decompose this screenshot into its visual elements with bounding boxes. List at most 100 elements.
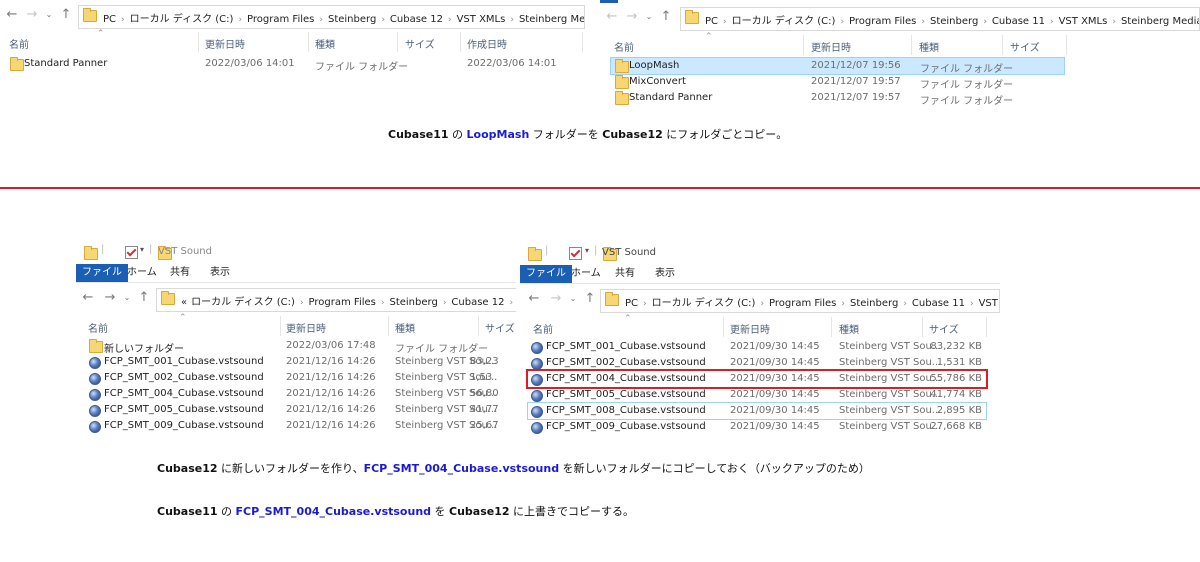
quick-access-dropdown-icon[interactable]: ▾ bbox=[140, 245, 144, 254]
back-arrow-icon[interactable]: ← bbox=[4, 7, 20, 23]
breadcrumb-segment[interactable]: PC bbox=[705, 16, 718, 27]
list-item[interactable]: Standard Panner 2021/12/07 19:57 ファイル フォ… bbox=[610, 90, 1063, 107]
column-size[interactable]: サイズ bbox=[485, 320, 515, 335]
address-bar[interactable]: PC › ローカル ディスク (C:) › Program Files › Steinber… bbox=[600, 289, 1000, 313]
address-bar[interactable]: PC › ローカル ディスク (C:) › Program Files › Steinber… bbox=[680, 7, 1200, 31]
breadcrumb[interactable]: PC › ローカル ディスク (C:) › Program Files › Steinber… bbox=[103, 10, 584, 25]
list-item[interactable]: FCP_SMT_005_Cubase.vstsound 2021/09/30 14… bbox=[528, 387, 986, 403]
breadcrumb-separator-icon[interactable]: › bbox=[841, 299, 845, 309]
up-arrow-icon[interactable]: ↑ bbox=[582, 291, 598, 307]
breadcrumb-separator-icon[interactable]: › bbox=[448, 15, 452, 25]
tab-share[interactable]: 共有 bbox=[609, 265, 641, 283]
breadcrumb-separator-icon[interactable]: › bbox=[381, 298, 385, 308]
column-date[interactable]: 更新日時 bbox=[205, 36, 245, 51]
list-item[interactable]: FCP_SMT_001_Cubase.vstsound 2021/09/30 14… bbox=[528, 339, 986, 355]
breadcrumb-segment[interactable]: ローカル ディスク (C:) bbox=[732, 16, 836, 27]
breadcrumb-separator-icon[interactable]: › bbox=[1050, 17, 1054, 27]
column-date[interactable]: 更新日時 bbox=[730, 321, 770, 336]
recent-chevron-icon[interactable]: ⌄ bbox=[122, 290, 132, 306]
quick-access-dropdown-icon[interactable]: ▾ bbox=[585, 246, 589, 255]
recent-chevron-icon[interactable]: ⌄ bbox=[644, 9, 654, 25]
column-date[interactable]: 更新日時 bbox=[811, 39, 851, 54]
properties-check-icon[interactable] bbox=[125, 246, 139, 259]
column-name[interactable]: 名前 bbox=[533, 321, 553, 336]
forward-arrow-icon[interactable]: → bbox=[624, 9, 640, 25]
back-arrow-icon[interactable]: ← bbox=[526, 291, 542, 307]
list-item[interactable]: MixConvert 2021/12/07 19:57 ファイル フォルダー bbox=[610, 74, 1063, 91]
breadcrumb-separator-icon[interactable]: › bbox=[760, 299, 764, 309]
breadcrumb-separator-icon[interactable]: › bbox=[921, 17, 925, 27]
breadcrumb-separator-icon[interactable]: › bbox=[983, 17, 987, 27]
breadcrumb-segment[interactable]: Cubase 11 bbox=[912, 298, 965, 309]
breadcrumb-segment[interactable]: Program Files bbox=[309, 297, 376, 308]
breadcrumb-segment[interactable]: Cubase 11 bbox=[992, 16, 1045, 27]
column-size[interactable]: サイズ bbox=[1010, 39, 1040, 54]
recent-chevron-icon[interactable]: ⌄ bbox=[568, 291, 578, 307]
breadcrumb-segment[interactable]: Program Files bbox=[247, 14, 314, 25]
breadcrumb-segment[interactable]: VST XMLs bbox=[457, 14, 506, 25]
breadcrumb[interactable]: PC › ローカル ディスク (C:) › Program Files › Steinber… bbox=[705, 12, 1199, 27]
column-size[interactable]: サイズ bbox=[405, 36, 435, 51]
up-arrow-icon[interactable]: ↑ bbox=[58, 7, 74, 23]
breadcrumb-separator-icon[interactable]: › bbox=[121, 15, 125, 25]
breadcrumb-separator-icon[interactable]: › bbox=[381, 15, 385, 25]
column-date[interactable]: 更新日時 bbox=[286, 320, 326, 335]
up-arrow-icon[interactable]: ↑ bbox=[136, 290, 152, 306]
tab-share[interactable]: 共有 bbox=[164, 264, 196, 282]
column-created[interactable]: 作成日時 bbox=[467, 36, 507, 51]
breadcrumb-segment[interactable]: ローカル ディスク (C:) bbox=[652, 298, 756, 309]
list-item[interactable]: FCP_SMT_005_Cubase.vstsound 2021/12/16 14… bbox=[86, 402, 516, 418]
column-name[interactable]: 名前 bbox=[614, 39, 634, 54]
breadcrumb-segment[interactable]: Steinberg bbox=[389, 297, 437, 308]
column-type[interactable]: 種類 bbox=[395, 320, 415, 335]
list-item[interactable]: FCP_SMT_004_Cubase.vstsound 2021/12/16 14… bbox=[86, 386, 516, 402]
list-item[interactable]: Standard Panner 2022/03/06 14:01 ファイル フォ… bbox=[4, 56, 584, 73]
list-item-selected[interactable]: LoopMash 2021/12/07 19:56 ファイル フォルダー bbox=[610, 57, 1065, 75]
column-type[interactable]: 種類 bbox=[839, 321, 859, 336]
breadcrumb[interactable]: « ローカル ディスク (C:) › Program Files › Steinberg ›… bbox=[181, 293, 516, 308]
breadcrumb-segment[interactable]: ローカル ディスク (C:) bbox=[191, 297, 295, 308]
column-size[interactable]: サイズ bbox=[929, 321, 959, 336]
tab-home[interactable]: ホーム bbox=[565, 265, 607, 283]
back-arrow-icon[interactable]: ← bbox=[80, 290, 96, 306]
breadcrumb-segment[interactable]: Steinberg bbox=[850, 298, 898, 309]
forward-arrow-icon[interactable]: → bbox=[102, 290, 118, 306]
breadcrumb-overflow[interactable]: « bbox=[181, 297, 187, 308]
breadcrumb-separator-icon[interactable]: › bbox=[510, 15, 514, 25]
list-item[interactable]: 新しいフォルダー 2022/03/06 17:48 ファイル フォルダー bbox=[86, 338, 516, 355]
breadcrumb-segment[interactable]: PC bbox=[625, 298, 638, 309]
breadcrumb-separator-icon[interactable]: › bbox=[723, 17, 727, 27]
breadcrumb-separator-icon[interactable]: › bbox=[643, 299, 647, 309]
breadcrumb-separator-icon[interactable]: › bbox=[509, 298, 513, 308]
back-arrow-icon[interactable]: ← bbox=[604, 9, 620, 25]
column-type[interactable]: 種類 bbox=[315, 36, 335, 51]
breadcrumb-separator-icon[interactable]: › bbox=[238, 15, 242, 25]
breadcrumb-segment[interactable]: VST XMLs bbox=[1059, 16, 1108, 27]
column-name[interactable]: 名前 bbox=[88, 320, 108, 335]
list-item[interactable]: FCP_SMT_009_Cubase.vstsound 2021/09/30 14… bbox=[528, 419, 986, 435]
column-name[interactable]: 名前 bbox=[9, 36, 29, 51]
breadcrumb-segment[interactable]: Steinberg Media Technologies bbox=[1121, 16, 1199, 27]
up-arrow-icon[interactable]: ↑ bbox=[658, 9, 674, 25]
breadcrumb-segment[interactable]: VST Sound bbox=[979, 298, 999, 309]
forward-arrow-icon[interactable]: → bbox=[548, 291, 564, 307]
address-bar[interactable]: « ローカル ディスク (C:) › Program Files › Steinberg ›… bbox=[156, 288, 516, 312]
breadcrumb-segment[interactable]: PC bbox=[103, 14, 116, 25]
breadcrumb-segment[interactable]: Program Files bbox=[769, 298, 836, 309]
list-item[interactable]: FCP_SMT_009_Cubase.vstsound 2021/12/16 14… bbox=[86, 418, 516, 434]
recent-chevron-icon[interactable]: ⌄ bbox=[44, 7, 54, 23]
breadcrumb-segment[interactable]: Cubase 12 bbox=[390, 14, 443, 25]
breadcrumb-separator-icon[interactable]: › bbox=[443, 298, 447, 308]
breadcrumb[interactable]: PC › ローカル ディスク (C:) › Program Files › Steinber… bbox=[625, 294, 999, 309]
breadcrumb-separator-icon[interactable]: › bbox=[840, 17, 844, 27]
list-item[interactable]: FCP_SMT_004_Cubase.vstsound 2021/09/30 14… bbox=[526, 369, 988, 389]
breadcrumb-separator-icon[interactable]: › bbox=[1112, 17, 1116, 27]
breadcrumb-separator-icon[interactable]: › bbox=[970, 299, 974, 309]
breadcrumb-separator-icon[interactable]: › bbox=[903, 299, 907, 309]
breadcrumb-segment[interactable]: Cubase 12 bbox=[451, 297, 504, 308]
list-item[interactable]: FCP_SMT_008_Cubase.vstsound 2021/09/30 14… bbox=[527, 402, 987, 420]
breadcrumb-segment[interactable]: Steinberg bbox=[328, 14, 376, 25]
breadcrumb-segment[interactable]: ローカル ディスク (C:) bbox=[130, 14, 234, 25]
list-item[interactable]: FCP_SMT_002_Cubase.vstsound 2021/12/16 14… bbox=[86, 370, 516, 386]
breadcrumb-segment[interactable]: Program Files bbox=[849, 16, 916, 27]
